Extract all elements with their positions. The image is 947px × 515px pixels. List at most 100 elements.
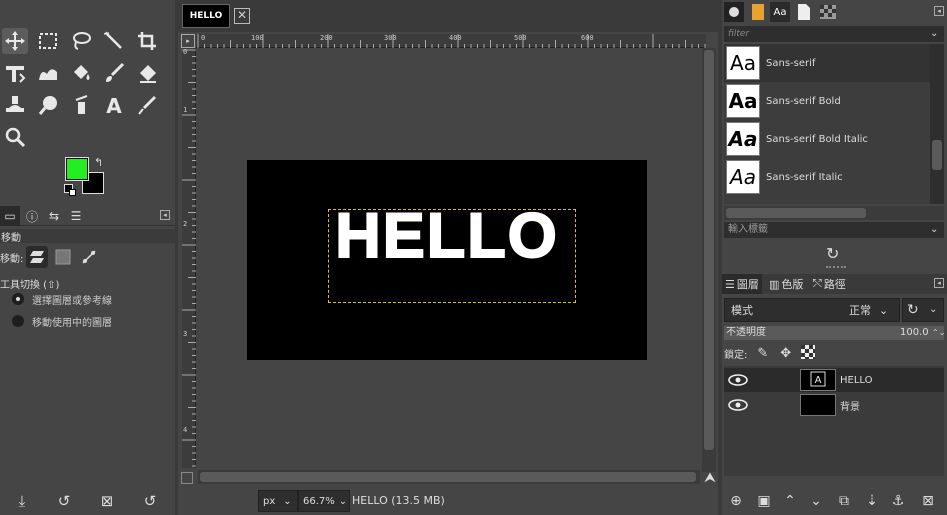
move-layer-mode-icon[interactable] <box>26 246 48 268</box>
visibility-eye-icon[interactable] <box>728 398 748 412</box>
anchor-layer-icon[interactable]: ⚓ <box>888 491 908 511</box>
layer-row[interactable]: A HELLO <box>724 368 944 392</box>
spin-icon[interactable]: ⌃⌄ <box>932 326 945 340</box>
gradients-tab-icon[interactable] <box>818 2 838 22</box>
quick-mask-icon[interactable] <box>181 472 193 484</box>
radio-button[interactable] <box>12 293 24 305</box>
horizontal-ruler[interactable]: 0 100 200 300 400 500 600 <box>196 34 706 48</box>
font-list-scrollbar[interactable] <box>930 44 944 204</box>
layer-name[interactable]: 背景 <box>840 398 860 413</box>
font-list-scroll-thumb[interactable] <box>932 140 942 170</box>
chevron-down-icon[interactable]: ⌄ <box>930 28 938 39</box>
lock-row: 鎖定: ✎ ✥ <box>724 344 816 362</box>
undo-history-tab-icon[interactable]: ⇆ <box>44 206 64 226</box>
panel-menu-icon[interactable]: ◂ <box>934 6 944 16</box>
smudge-icon[interactable] <box>35 92 61 118</box>
text-tool-icon[interactable]: A <box>101 92 127 118</box>
crop-icon[interactable] <box>134 28 160 54</box>
move-selection-mode-icon[interactable] <box>52 246 74 268</box>
save-options-icon[interactable]: ⤓ <box>12 491 32 511</box>
font-item[interactable]: Aa Sans-serif Bold <box>724 82 942 120</box>
layer-mode-select[interactable]: 模式 正常 ⌄ <box>724 298 900 322</box>
vertical-scroll-thumb[interactable] <box>704 50 714 450</box>
vertical-scrollbar[interactable] <box>702 48 716 472</box>
warp-icon[interactable] <box>35 60 61 86</box>
brushes-tab-icon[interactable] <box>724 2 744 22</box>
tab-layers[interactable]: ☰ 圖層 <box>722 274 762 294</box>
lower-layer-icon[interactable]: ⌄ <box>806 491 826 511</box>
dodge-burn-icon[interactable] <box>68 92 94 118</box>
vertical-ruler[interactable]: 0 1 2 3 4 <box>182 48 196 468</box>
radio-pick-layer[interactable]: 選擇圖層或參考線 <box>12 291 112 307</box>
layers-dock-tabs: ☰ 圖層 ▥ 色版 ⤲ 路徑 ◂ <box>722 274 947 294</box>
lock-alpha-icon[interactable] <box>801 344 816 362</box>
opacity-slider[interactable]: 不透明度 100.0 ⌃⌄ <box>724 326 945 340</box>
tool-options-tab-icon[interactable]: ⓘ <box>22 206 42 226</box>
image-canvas[interactable]: HELLO <box>247 160 647 360</box>
font-list-hscroll-thumb[interactable] <box>726 208 866 218</box>
tag-input[interactable]: 輸入標籤 <box>724 222 944 238</box>
chevron-down-icon[interactable]: ⌄ <box>930 224 938 235</box>
close-tab-icon[interactable]: ✕ <box>234 8 250 24</box>
raise-layer-icon[interactable]: ⌃ <box>780 491 800 511</box>
restore-options-icon[interactable]: ↺ <box>54 491 74 511</box>
tab-channels[interactable]: ▥ 色版 <box>766 274 806 294</box>
font-filter-input[interactable]: filter <box>724 26 944 42</box>
visibility-eye-icon[interactable] <box>728 373 748 387</box>
color-picker-icon[interactable] <box>134 92 160 118</box>
zoom-select[interactable]: 66.7% ⌄ <box>298 490 350 512</box>
layer-name[interactable]: HELLO <box>840 375 873 386</box>
delete-options-icon[interactable]: ⊠ <box>97 491 117 511</box>
unit-select[interactable]: px ⌄ <box>258 490 298 512</box>
font-item[interactable]: Aa Sans-serif <box>724 44 942 82</box>
font-list[interactable]: Aa Sans-serif Aa Sans-serif Bold Aa Sans… <box>724 44 942 204</box>
fuzzy-select-icon[interactable] <box>101 28 127 54</box>
images-tab-icon[interactable]: ☰ <box>66 206 86 226</box>
panel-menu-icon[interactable]: ◂ <box>160 210 170 220</box>
move-tool-icon[interactable] <box>2 28 28 54</box>
horizontal-scrollbar[interactable] <box>198 470 700 484</box>
foreground-color-swatch[interactable] <box>65 157 89 181</box>
transform-icon[interactable] <box>2 60 28 86</box>
delete-layer-icon[interactable]: ⊠ <box>918 491 938 511</box>
paths-tab-icon: ⤲ <box>813 277 822 290</box>
radio-button[interactable] <box>12 315 24 327</box>
fonts-tab-icon[interactable]: Aa <box>770 2 790 22</box>
duplicate-layer-icon[interactable]: ⧉ <box>834 491 854 511</box>
refresh-fonts-icon[interactable]: ↻ <box>826 244 839 263</box>
new-layer-icon[interactable]: ⊕ <box>726 491 746 511</box>
navigate-icon[interactable]: ⮝ <box>702 470 718 486</box>
panel-menu-icon[interactable]: ◂ <box>934 278 944 288</box>
lock-pixels-icon[interactable]: ✎ <box>757 346 768 361</box>
font-item[interactable]: Aa Sans-serif Italic <box>724 158 942 196</box>
zoom-icon[interactable] <box>2 124 28 150</box>
swap-colors-icon[interactable]: ↰ <box>94 156 103 169</box>
bucket-fill-icon[interactable] <box>68 60 94 86</box>
document-history-tab-icon[interactable] <box>794 2 814 22</box>
reset-options-icon[interactable]: ↺ <box>140 491 160 511</box>
tab-paths[interactable]: ⤲ 路徑 <box>810 274 849 294</box>
dock-separator[interactable] <box>826 266 846 268</box>
clone-icon[interactable] <box>2 92 28 118</box>
rect-select-icon[interactable] <box>35 28 61 54</box>
radio-move-active-layer[interactable]: 移動使用中的圖層 <box>12 313 112 329</box>
new-layer-group-icon[interactable]: ▣ <box>754 491 774 511</box>
paintbrush-icon[interactable] <box>101 60 127 86</box>
layer-row[interactable]: 背景 <box>724 393 944 417</box>
eraser-icon[interactable] <box>134 60 160 86</box>
font-list-hscrollbar[interactable] <box>724 206 944 220</box>
lock-position-icon[interactable]: ✥ <box>780 346 791 361</box>
move-path-mode-icon[interactable] <box>78 246 100 268</box>
quick-mask-toggle-icon[interactable]: ▸ <box>181 34 195 48</box>
device-status-tab-icon[interactable]: ▭ <box>0 206 20 226</box>
default-colors-icon-white <box>69 189 76 196</box>
font-item[interactable]: Aa Sans-serif Bold Italic <box>724 120 942 158</box>
lasso-icon[interactable] <box>68 28 94 54</box>
patterns-tab-icon[interactable] <box>748 2 768 22</box>
horizontal-scroll-thumb[interactable] <box>200 472 696 482</box>
composite-mode-select[interactable]: ↻ ⌄ <box>902 298 944 322</box>
image-tab[interactable]: HELLO <box>182 4 230 28</box>
layer-list[interactable]: A HELLO 背景 <box>724 366 944 476</box>
ruler-label: 400 <box>449 34 462 42</box>
merge-layer-icon[interactable]: ⇣ <box>862 491 882 511</box>
